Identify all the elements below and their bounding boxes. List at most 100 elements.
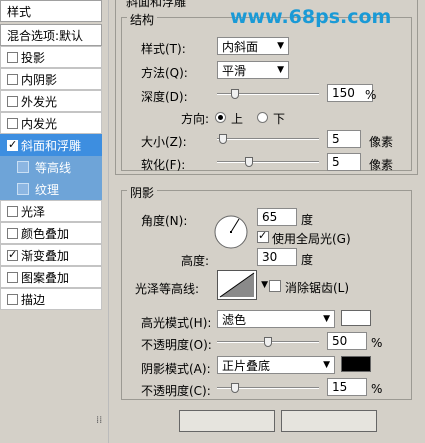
sidebar-item-bevel-emboss[interactable]: 斜面和浮雕 xyxy=(0,134,102,156)
sidebar-item-label: 纹理 xyxy=(35,182,60,197)
sidebar-item-label: 等高线 xyxy=(35,160,72,175)
chevron-down-icon: ▼ xyxy=(323,314,330,324)
shadow-color-swatch[interactable] xyxy=(341,356,371,372)
sidebar-item-contour[interactable]: 等高线 xyxy=(0,156,102,178)
styles-header[interactable]: 样式 xyxy=(0,0,102,22)
inner-glow-checkbox[interactable] xyxy=(7,117,18,129)
highlight-opacity-unit: % xyxy=(371,336,383,350)
chevron-down-icon: ▼ xyxy=(277,65,284,75)
depth-slider-thumb[interactable] xyxy=(231,89,240,99)
direction-down-radio[interactable] xyxy=(257,112,268,123)
sidebar-item-satin[interactable]: 光泽 xyxy=(0,200,102,222)
shadow-opacity-input[interactable]: 15 xyxy=(327,378,367,396)
resize-grip-icon[interactable]: ⁞⁞ xyxy=(96,415,102,426)
sidebar-item-label: 渐变叠加 xyxy=(21,248,70,263)
highlight-mode-select[interactable]: 滤色 ▼ xyxy=(217,310,335,328)
sidebar-item-color-overlay[interactable]: 颜色叠加 xyxy=(0,222,102,244)
contour-preview-icon xyxy=(219,272,255,298)
styles-header-label: 样式 xyxy=(7,4,32,19)
direction-up-label: 上 xyxy=(231,112,244,126)
soften-input[interactable]: 5 xyxy=(327,153,361,171)
sidebar-item-label: 外发光 xyxy=(21,94,58,109)
sidebar-item-stroke[interactable]: 描边 xyxy=(0,288,102,310)
shadow-mode-label: 阴影模式(A): xyxy=(141,362,211,376)
shadow-opacity-slider[interactable] xyxy=(217,383,319,393)
style-label: 样式(T): xyxy=(141,42,186,56)
reset-default-button[interactable] xyxy=(281,410,377,432)
gloss-contour-picker[interactable]: ▼ xyxy=(217,270,268,300)
bevel-emboss-panel: 斜面和浮雕 结构 样式(T): 内斜面 ▼ 方法(Q): 平滑 ▼ 深度(D):… xyxy=(108,0,425,443)
global-light-checkbox[interactable] xyxy=(257,229,269,243)
pattern-overlay-checkbox[interactable] xyxy=(7,271,18,283)
style-select-value: 内斜面 xyxy=(222,39,259,54)
size-value: 5 xyxy=(332,132,340,146)
highlight-color-swatch[interactable] xyxy=(341,310,371,326)
antialias-label: 消除锯齿(L) xyxy=(285,281,350,295)
size-slider[interactable] xyxy=(217,134,319,144)
style-select[interactable]: 内斜面 ▼ xyxy=(217,37,289,55)
sidebar-item-label: 内发光 xyxy=(21,116,58,131)
size-slider-thumb[interactable] xyxy=(218,134,227,144)
sidebar-item-texture[interactable]: 纹理 xyxy=(0,178,102,200)
altitude-value: 30 xyxy=(262,250,278,264)
size-input[interactable]: 5 xyxy=(327,130,361,148)
drop-shadow-checkbox[interactable] xyxy=(7,51,18,63)
shadow-mode-select[interactable]: 正片叠底 ▼ xyxy=(217,356,335,374)
shadow-opacity-unit: % xyxy=(371,382,383,396)
technique-select[interactable]: 平滑 ▼ xyxy=(217,61,289,79)
soften-slider-thumb[interactable] xyxy=(245,157,254,167)
outer-glow-checkbox[interactable] xyxy=(7,95,18,107)
shadow-opacity-value: 15 xyxy=(332,380,348,394)
satin-checkbox[interactable] xyxy=(7,205,18,217)
angle-input[interactable]: 65 xyxy=(257,208,297,226)
angle-label: 角度(N): xyxy=(141,214,188,228)
size-label: 大小(Z): xyxy=(141,135,187,149)
watermark-text: www.68ps.com xyxy=(230,6,392,28)
gradient-overlay-checkbox[interactable] xyxy=(7,248,18,261)
make-default-button[interactable] xyxy=(179,410,275,432)
highlight-opacity-thumb[interactable] xyxy=(264,337,272,347)
sidebar-item-label: 斜面和浮雕 xyxy=(21,138,82,153)
soften-unit: 像素 xyxy=(369,158,394,172)
depth-value: 150 xyxy=(332,86,355,100)
blending-options-item[interactable]: 混合选项:默认 xyxy=(0,24,102,46)
sidebar-item-inner-shadow[interactable]: 内阴影 xyxy=(0,68,102,90)
sidebar-item-label: 投影 xyxy=(21,50,46,65)
sidebar-item-label: 图案叠加 xyxy=(21,270,70,285)
highlight-opacity-slider[interactable] xyxy=(217,337,319,347)
highlight-opacity-label: 不透明度(O): xyxy=(141,338,212,352)
antialias-checkbox[interactable] xyxy=(269,280,281,292)
stroke-checkbox[interactable] xyxy=(7,293,18,305)
chevron-down-icon: ▼ xyxy=(277,41,284,51)
texture-checkbox[interactable] xyxy=(17,183,29,195)
gloss-contour-label: 光泽等高线: xyxy=(135,282,200,296)
angle-dial[interactable] xyxy=(213,214,249,250)
bevel-section-title: 斜面和浮雕 xyxy=(123,0,190,10)
soften-slider[interactable] xyxy=(217,157,319,167)
structure-title: 结构 xyxy=(127,11,158,28)
shading-title: 阴影 xyxy=(127,184,158,201)
altitude-input[interactable]: 30 xyxy=(257,248,297,266)
shadow-opacity-thumb[interactable] xyxy=(231,383,240,393)
depth-label: 深度(D): xyxy=(141,90,188,104)
sidebar-item-outer-glow[interactable]: 外发光 xyxy=(0,90,102,112)
direction-down-label: 下 xyxy=(273,112,286,126)
bevel-emboss-checkbox[interactable] xyxy=(7,138,18,151)
sidebar-item-label: 内阴影 xyxy=(21,72,58,87)
depth-slider[interactable] xyxy=(217,89,319,99)
direction-up-radio[interactable] xyxy=(215,112,226,123)
contour-checkbox[interactable] xyxy=(17,161,29,173)
sidebar-item-gradient-overlay[interactable]: 渐变叠加 xyxy=(0,244,102,266)
chevron-down-icon[interactable]: ▼ xyxy=(261,280,268,290)
soften-label: 软化(F): xyxy=(141,158,186,172)
inner-shadow-checkbox[interactable] xyxy=(7,73,18,85)
sidebar-item-label: 描边 xyxy=(21,292,46,307)
highlight-opacity-input[interactable]: 50 xyxy=(327,332,367,350)
sidebar-item-pattern-overlay[interactable]: 图案叠加 xyxy=(0,266,102,288)
styles-sidebar: 样式 混合选项:默认 投影 内阴影 外发光 内发光 斜面和浮雕 等高线 纹理 光… xyxy=(0,0,108,443)
sidebar-item-inner-glow[interactable]: 内发光 xyxy=(0,112,102,134)
shadow-mode-value: 正片叠底 xyxy=(222,358,271,373)
sidebar-item-drop-shadow[interactable]: 投影 xyxy=(0,46,102,68)
highlight-mode-value: 滤色 xyxy=(222,312,247,327)
color-overlay-checkbox[interactable] xyxy=(7,227,18,239)
